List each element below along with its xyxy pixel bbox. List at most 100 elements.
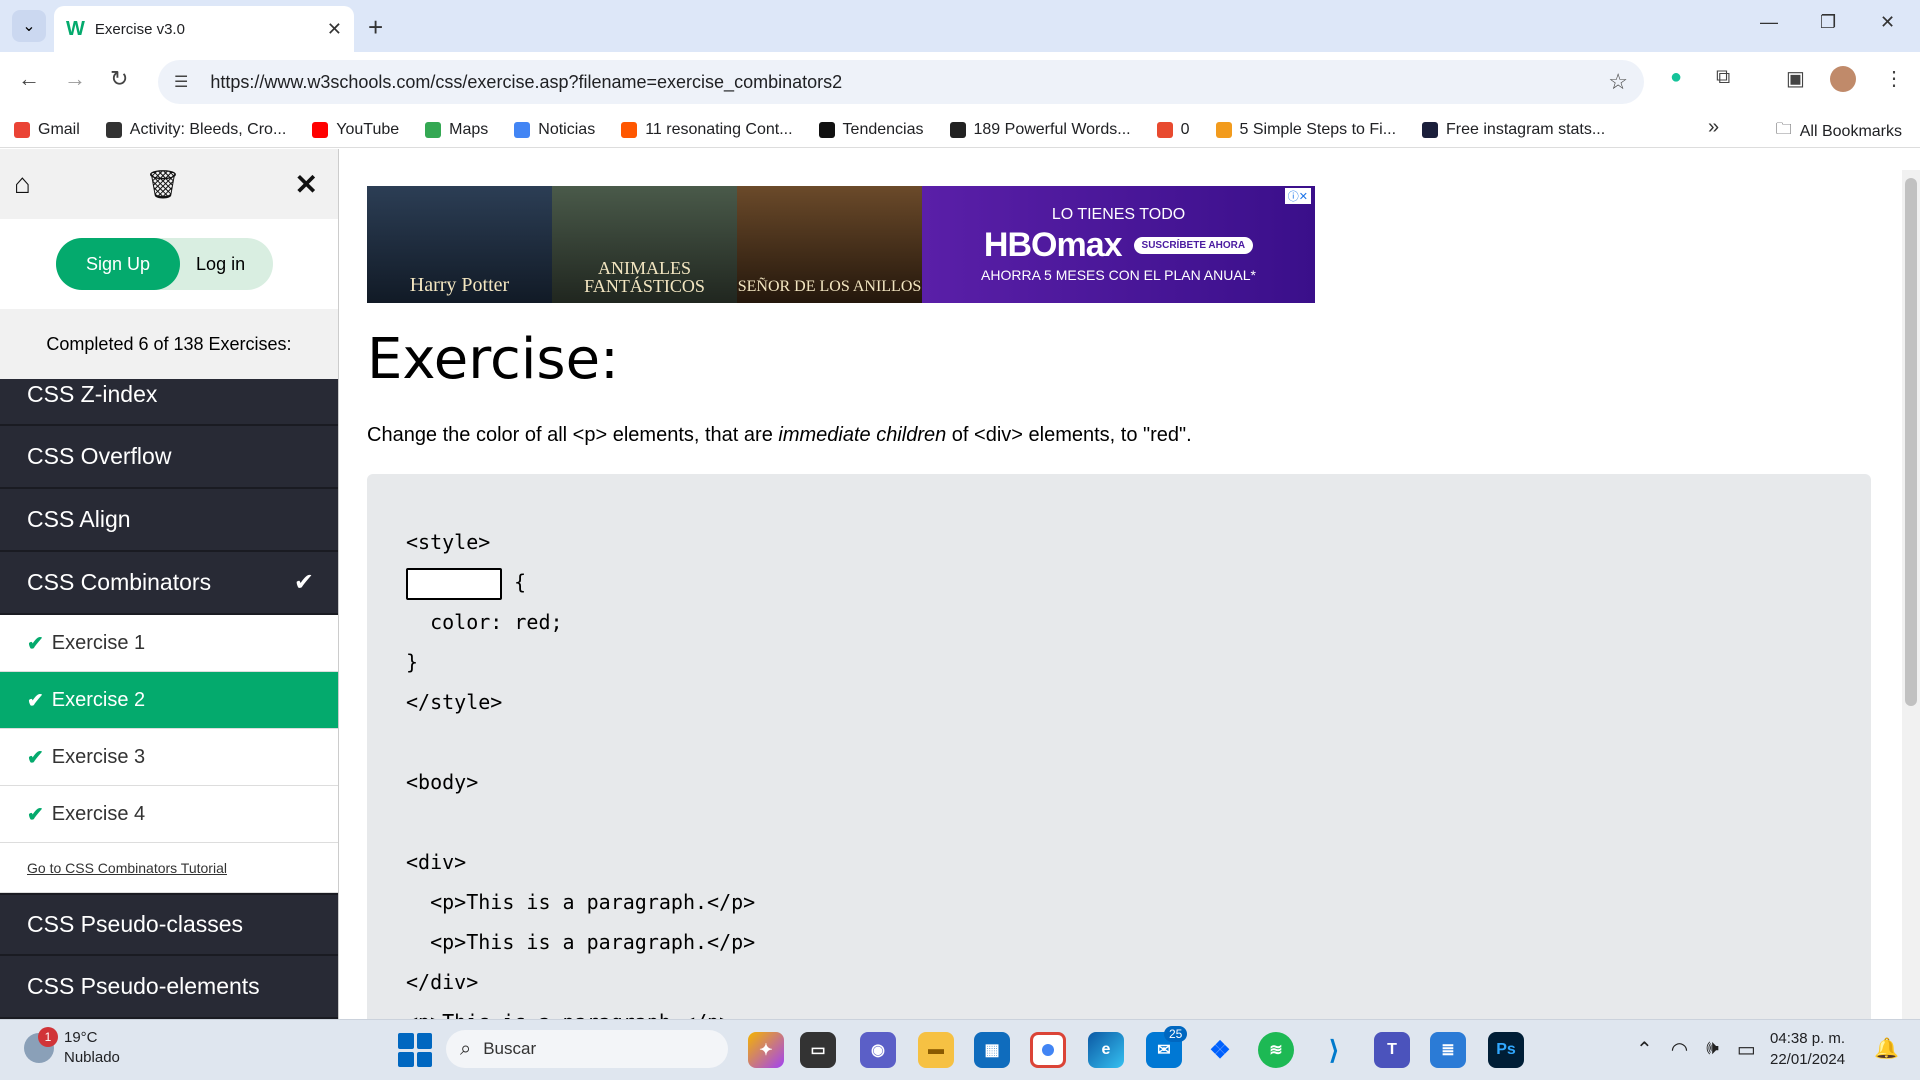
hbo-ad-panel: LO TIENES TODO HBOmax SUSCRÍBETE AHORA AH… (922, 186, 1315, 303)
photoshop-icon[interactable]: Ps (1488, 1032, 1524, 1068)
store-icon[interactable]: ▦ (974, 1032, 1010, 1068)
news-icon (514, 121, 531, 138)
side-panel-icon[interactable]: ▣ (1786, 66, 1805, 91)
scrollbar-thumb[interactable] (1905, 178, 1917, 706)
profile-avatar[interactable] (1830, 66, 1856, 92)
volume-icon[interactable]: 🕪 (1706, 1037, 1719, 1062)
gmail-icon (14, 121, 30, 138)
home-icon[interactable]: ⌂ (14, 168, 31, 200)
clock[interactable]: 04:38 p. m. 22/01/2024 (1770, 1028, 1845, 1070)
close-window-button[interactable]: ✕ (1880, 12, 1895, 33)
all-bookmarks-button[interactable]: 🗀 All Bookmarks (1776, 118, 1902, 145)
address-bar[interactable]: ☰ https://www.w3schools.com/css/exercise… (158, 60, 1644, 104)
auth-pill: Sign Up Log in (56, 238, 274, 290)
wifi-icon[interactable]: ◠ (1671, 1037, 1688, 1062)
back-button[interactable]: ← (18, 66, 40, 92)
bookmark-item[interactable]: Tendencias (818, 121, 924, 139)
trash-icon[interactable]: 🗑 (145, 168, 181, 201)
bookmark-label: Free instagram stats... (1446, 120, 1606, 138)
copilot-icon[interactable]: ✦ (748, 1032, 784, 1068)
extensions-icon[interactable]: ⧉ (1716, 66, 1730, 89)
ad-banner[interactable]: Harry Potter ANIMALES FANTÁSTICOS SEÑOR … (367, 186, 1315, 303)
bookmark-label: 189 Powerful Words... (973, 120, 1131, 138)
bookmark-item[interactable]: Activity: Bleeds, Cro... (105, 121, 286, 139)
topic-pseudo-classes[interactable]: CSS Pseudo-classes (0, 893, 338, 956)
close-icon[interactable]: ✕ (295, 168, 318, 201)
folder-icon: 🗀 (1775, 121, 1792, 138)
desc-text: Change the color of all <p> elements, th… (367, 424, 779, 446)
browser-tab[interactable]: W Exercise v3.0 ✕ (54, 6, 354, 52)
checkmark-icon: ✔ (27, 746, 44, 769)
exercise-item-1[interactable]: ✔ Exercise 1 (0, 615, 338, 672)
bookmark-item[interactable]: Noticias (514, 121, 595, 139)
code-line: </div> (406, 970, 479, 994)
login-button[interactable]: Log in (180, 254, 273, 275)
bookmark-item[interactable]: 189 Powerful Words... (949, 120, 1131, 139)
minimize-button[interactable]: — (1760, 12, 1778, 33)
all-bookmarks-label: All Bookmarks (1799, 122, 1902, 140)
bookmark-item[interactable]: Free instagram stats... (1422, 121, 1605, 139)
start-button[interactable] (398, 1033, 432, 1067)
url-text[interactable]: https://www.w3schools.com/css/exercise.a… (210, 72, 1608, 93)
chevron-up-icon[interactable]: ⌃ (1636, 1037, 1653, 1062)
notepad-icon[interactable]: ≣ (1430, 1032, 1466, 1068)
bookmark-item[interactable]: YouTube (312, 121, 399, 139)
more-bookmarks-icon[interactable]: » (1708, 116, 1719, 139)
battery-icon[interactable]: ▭ (1737, 1037, 1756, 1062)
bookmark-item[interactable]: 5 Simple Steps to Fi... (1215, 121, 1396, 139)
ad-close-icon[interactable]: ⓘ✕ (1284, 188, 1311, 204)
tab-search-button[interactable]: ⌄ (12, 10, 46, 42)
ad-poster-lotr: SEÑOR DE LOS ANILLOS (737, 186, 922, 303)
exercise-item-4[interactable]: ✔ Exercise 4 (0, 786, 338, 843)
menu-icon[interactable]: ⋮ (1884, 66, 1904, 91)
bookmark-item[interactable]: 11 resonating Cont... (621, 121, 793, 139)
bookmark-item[interactable]: Gmail (14, 121, 80, 139)
teams-icon[interactable]: T (1374, 1032, 1410, 1068)
chevron-down-icon: ⌄ (22, 18, 36, 35)
spotify-icon[interactable]: ≋ (1258, 1032, 1294, 1068)
chrome-icon[interactable] (1030, 1032, 1066, 1068)
bookmark-item[interactable]: Maps (425, 121, 488, 139)
exercise-label: Exercise 1 (51, 631, 146, 654)
topic-z-index[interactable]: CSS Z-index (0, 379, 338, 426)
task-view-icon[interactable]: ▭ (800, 1032, 836, 1068)
diamond-icon (1156, 121, 1173, 138)
vscode-icon[interactable]: ⟩ (1316, 1032, 1352, 1068)
topic-combinators[interactable]: CSS Combinators ✔ (0, 552, 338, 615)
topic-align[interactable]: CSS Align (0, 489, 338, 552)
close-tab-icon[interactable]: ✕ (327, 19, 342, 40)
meet-icon[interactable]: ◉ (860, 1032, 896, 1068)
ad-cta[interactable]: SUSCRÍBETE AHORA (1133, 237, 1254, 254)
topic-overflow[interactable]: CSS Overflow (0, 426, 338, 489)
tutorial-link[interactable]: Go to CSS Combinators Tutorial (0, 843, 338, 893)
code-line: <body> (406, 770, 479, 794)
restore-button[interactable]: ❐ (1820, 12, 1836, 33)
exercise-sidebar: ⌂ 🗑 ✕ Sign Up Log in Completed 6 of 138 … (0, 149, 339, 1019)
topic-pseudo-elements[interactable]: CSS Pseudo-elements (0, 956, 338, 1019)
exercise-item-2[interactable]: ✔ Exercise 2 (0, 672, 338, 729)
new-tab-button[interactable]: + (368, 12, 383, 43)
weather-widget[interactable]: 1 19°C Nublado (24, 1027, 120, 1068)
bookmark-star-icon[interactable]: ☆ (1608, 69, 1628, 95)
exercise-description: Change the color of all <p> elements, th… (367, 424, 1192, 447)
reload-button[interactable]: ↻ (110, 66, 128, 92)
site-info-icon[interactable]: ☰ (174, 72, 188, 92)
code-text: { (502, 570, 527, 594)
edge-icon[interactable]: e (1088, 1032, 1124, 1068)
steps-icon (1215, 121, 1232, 138)
dropbox-icon[interactable]: ❖ (1202, 1032, 1238, 1068)
grammarly-icon[interactable]: ● (1670, 66, 1682, 89)
bookmark-item[interactable]: 0 (1156, 121, 1190, 139)
forward-button[interactable]: → (64, 66, 86, 92)
code-line: } (406, 650, 419, 674)
code-line: <style> (406, 530, 491, 554)
signup-button[interactable]: Sign Up (56, 238, 181, 290)
answer-input[interactable] (406, 567, 502, 600)
weather-temp: 19°C (64, 1029, 98, 1046)
file-explorer-icon[interactable]: ▬ (918, 1032, 954, 1068)
notification-bell-icon[interactable]: 🔔 (1874, 1036, 1899, 1061)
taskbar-search[interactable]: ⌕ Buscar (446, 1030, 728, 1068)
bookmark-label: Gmail (38, 120, 80, 138)
exercise-item-3[interactable]: ✔ Exercise 3 (0, 729, 338, 786)
